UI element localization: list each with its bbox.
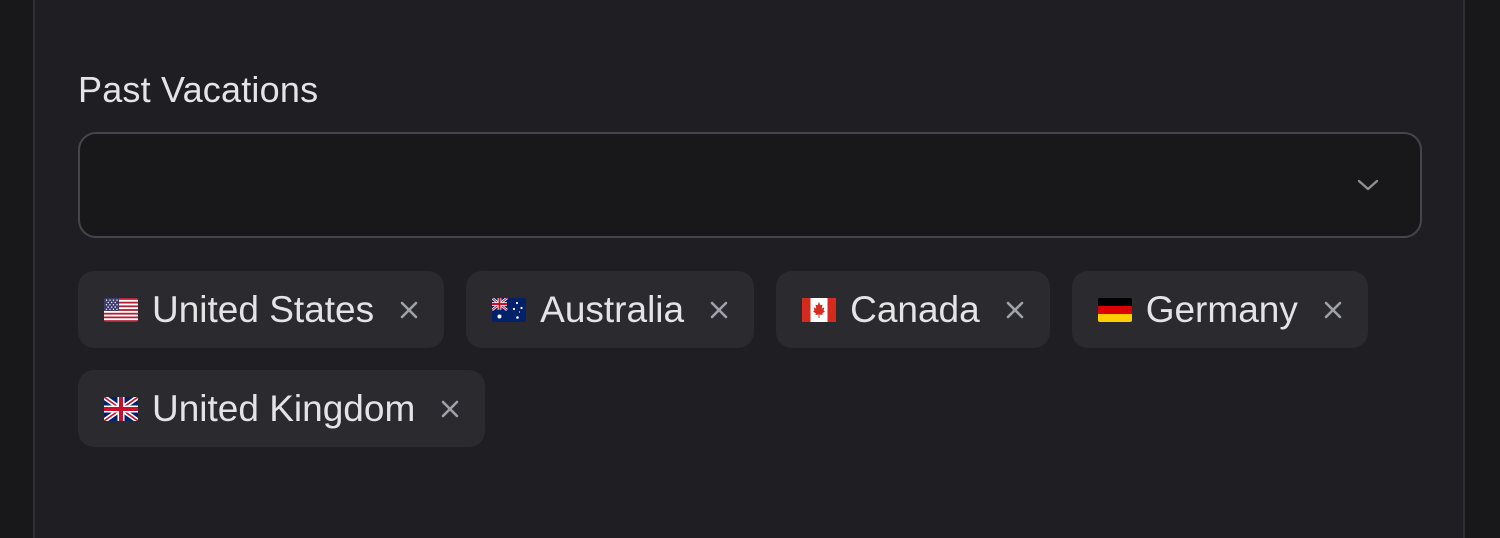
selected-tags: United States Australia Canada Germany U… <box>78 271 1438 447</box>
tag-canada: Canada <box>776 271 1050 348</box>
tag-label: Canada <box>850 288 980 330</box>
chevron-down-icon[interactable] <box>1356 173 1380 197</box>
close-icon[interactable] <box>1322 299 1344 321</box>
tag-label: Germany <box>1145 288 1298 330</box>
tag-germany: Germany <box>1071 271 1368 348</box>
country-multiselect[interactable] <box>78 132 1422 238</box>
tag-united-kingdom: United Kingdom <box>78 370 486 447</box>
gb-flag-icon <box>104 396 138 421</box>
close-icon[interactable] <box>439 398 461 420</box>
us-flag-icon <box>104 297 138 322</box>
tag-label: United States <box>152 288 375 330</box>
close-icon[interactable] <box>1004 299 1026 321</box>
tag-united-states: United States <box>78 271 445 348</box>
close-icon[interactable] <box>708 299 730 321</box>
field-label: Past Vacations <box>78 69 319 110</box>
ca-flag-icon <box>802 297 837 322</box>
de-flag-icon <box>1097 297 1132 322</box>
tag-australia: Australia <box>466 271 755 348</box>
close-icon[interactable] <box>398 299 420 321</box>
tag-label: Australia <box>540 288 685 330</box>
au-flag-icon <box>492 297 527 322</box>
tag-label: United Kingdom <box>152 387 416 429</box>
